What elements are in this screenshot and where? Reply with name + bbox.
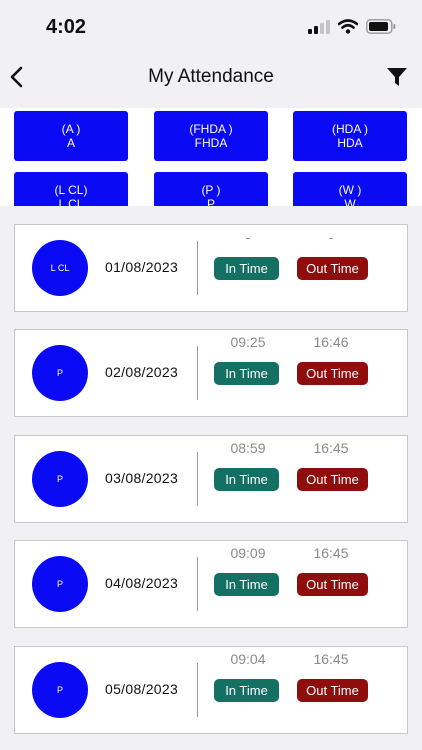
legend-label: P — [206, 197, 215, 206]
attendance-date: 03/08/2023 — [105, 470, 179, 486]
out-time-value: 16:45 — [313, 545, 349, 561]
legend-label: A — [66, 136, 75, 150]
attendance-card[interactable]: P 05/08/2023 09:04 16:45 In Time Out Tim… — [14, 646, 408, 734]
out-time-button[interactable]: Out Time — [297, 362, 368, 385]
divider — [197, 346, 198, 400]
in-time-value: 09:25 — [230, 334, 266, 350]
out-time-button[interactable]: Out Time — [297, 573, 368, 596]
legend-code: (P ) — [201, 183, 221, 197]
divider — [197, 452, 198, 506]
attendance-date: 04/08/2023 — [105, 575, 179, 591]
in-time-button[interactable]: In Time — [214, 468, 279, 491]
attendance-card[interactable]: P 04/08/2023 09:09 16:45 In Time Out Tim… — [14, 540, 408, 628]
legend-button-a[interactable]: (A ) A — [14, 111, 128, 161]
legend-code: (L CL) — [54, 183, 88, 197]
attendance-date: 02/08/2023 — [105, 364, 179, 380]
in-time-value: - — [245, 229, 251, 245]
attendance-card[interactable]: L CL 01/08/2023 - - In Time Out Time — [14, 224, 408, 312]
divider — [197, 241, 198, 295]
divider — [197, 557, 198, 611]
status-time: 4:02 — [46, 16, 87, 38]
divider — [197, 663, 198, 717]
in-time-button[interactable]: In Time — [214, 257, 279, 280]
filter-icon[interactable] — [386, 66, 408, 88]
signal-icon — [308, 19, 330, 34]
status-bar: 4:02 — [0, 0, 422, 56]
wifi-icon — [338, 19, 358, 34]
status-legend: (A ) A (FHDA ) FHDA (HDA ) HDA (L CL) L … — [0, 108, 422, 206]
status-avatar: P — [32, 556, 88, 612]
legend-button-fhda[interactable]: (FHDA ) FHDA — [154, 111, 268, 161]
legend-label: FHDA — [194, 136, 228, 150]
in-time-button[interactable]: In Time — [214, 362, 279, 385]
in-time-button[interactable]: In Time — [214, 573, 279, 596]
out-time-button[interactable]: Out Time — [297, 468, 368, 491]
legend-code: (W ) — [338, 183, 362, 197]
page-title: My Attendance — [148, 66, 274, 87]
attendance-card[interactable]: P 03/08/2023 08:59 16:45 In Time Out Tim… — [14, 435, 408, 523]
legend-button-hda[interactable]: (HDA ) HDA — [293, 111, 407, 161]
legend-button-lcl[interactable]: (L CL) L CL — [14, 172, 128, 206]
status-avatar: P — [32, 345, 88, 401]
attendance-date: 01/08/2023 — [105, 259, 179, 275]
legend-code: (HDA ) — [332, 122, 368, 136]
status-avatar: P — [32, 451, 88, 507]
in-time-value: 09:09 — [230, 545, 266, 561]
status-icons — [308, 19, 396, 34]
legend-label: L CL — [58, 197, 84, 206]
in-time-button[interactable]: In Time — [214, 679, 279, 702]
out-time-value: - — [328, 229, 334, 245]
out-time-button[interactable]: Out Time — [297, 257, 368, 280]
legend-label: HDA — [337, 136, 363, 150]
in-time-value: 09:04 — [230, 651, 266, 667]
battery-icon — [366, 19, 396, 34]
out-time-value: 16:45 — [313, 440, 349, 456]
status-avatar: L CL — [32, 240, 88, 296]
attendance-card[interactable]: P 02/08/2023 09:25 16:46 In Time Out Tim… — [14, 329, 408, 417]
out-time-value: 16:46 — [313, 334, 349, 350]
legend-code: (FHDA ) — [189, 122, 233, 136]
attendance-date: 05/08/2023 — [105, 681, 179, 697]
legend-button-w[interactable]: (W ) W — [293, 172, 407, 206]
status-avatar: P — [32, 662, 88, 718]
legend-button-p[interactable]: (P ) P — [154, 172, 268, 206]
out-time-value: 16:45 — [313, 651, 349, 667]
out-time-button[interactable]: Out Time — [297, 679, 368, 702]
legend-code: (A ) — [61, 122, 81, 136]
nav-bar: My Attendance — [0, 56, 422, 104]
legend-label: W — [344, 197, 356, 206]
in-time-value: 08:59 — [230, 440, 266, 456]
